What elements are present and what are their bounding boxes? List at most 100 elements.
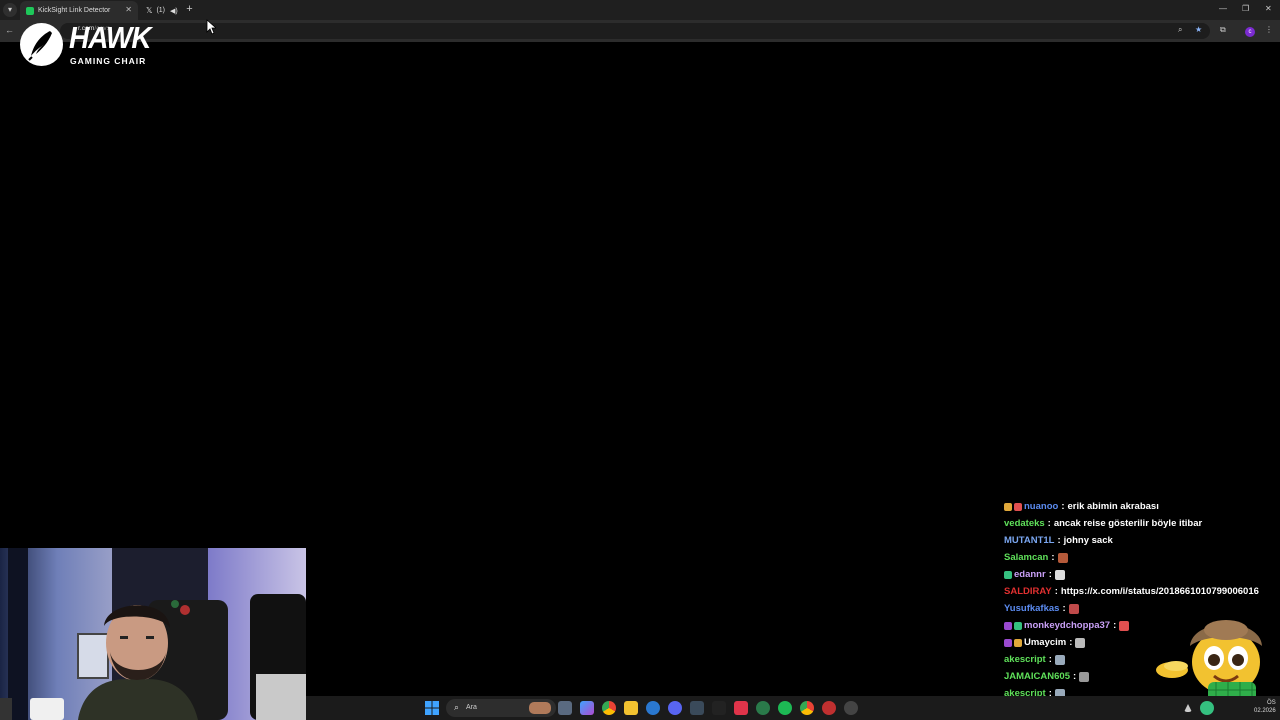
valorant-icon[interactable] bbox=[734, 701, 748, 715]
chat-badge-icon bbox=[1004, 638, 1012, 647]
chat-username[interactable]: Yusufkafkas bbox=[1004, 603, 1059, 614]
copilot-icon[interactable] bbox=[580, 701, 594, 715]
download-app-icon[interactable] bbox=[712, 701, 726, 715]
chat-separator: : bbox=[1073, 671, 1077, 682]
chat-username[interactable]: monkeydchoppa37 bbox=[1024, 620, 1110, 631]
zoom-icon[interactable]: ⌕ bbox=[1178, 25, 1182, 35]
tab-x[interactable]: 𝕏 (1) ◀) bbox=[140, 1, 178, 20]
clock-date: 02.2026 bbox=[1254, 708, 1276, 714]
menu-icon[interactable]: ⋮ bbox=[1265, 25, 1273, 34]
chat-message: Yusufkafkas: bbox=[1004, 600, 1079, 617]
chat-username[interactable]: nuanoo bbox=[1024, 501, 1058, 512]
hawk-logo: HAWK GAMING CHAIR bbox=[20, 20, 152, 68]
restore-icon[interactable]: ❐ bbox=[1242, 4, 1249, 14]
chat-username[interactable]: edannr bbox=[1014, 569, 1046, 580]
chrome-icon[interactable] bbox=[602, 701, 616, 715]
webcam-feed bbox=[0, 548, 306, 720]
chat-separator: : bbox=[1069, 637, 1073, 648]
chat-text: erik abimin akrabası bbox=[1067, 501, 1159, 512]
chat-message: akescript: bbox=[1004, 651, 1065, 668]
kicksight-favicon-icon bbox=[26, 6, 34, 15]
obs-icon[interactable] bbox=[822, 701, 836, 715]
extensions-icon[interactable]: ⧉ bbox=[1220, 25, 1226, 35]
file-explorer-icon[interactable] bbox=[624, 701, 638, 715]
chat-separator: : bbox=[1047, 518, 1051, 529]
chat-badge-icon bbox=[1004, 621, 1012, 630]
profile-avatar[interactable]: c bbox=[1245, 27, 1255, 37]
back-icon[interactable]: ← bbox=[5, 25, 14, 35]
chat-username[interactable]: JAMAICAN605 bbox=[1004, 671, 1070, 682]
tray-overflow-icon[interactable] bbox=[1184, 704, 1192, 712]
chat-username[interactable]: akescript bbox=[1004, 654, 1046, 665]
chat-badge-icon bbox=[1014, 621, 1022, 630]
logo-subtitle: GAMING CHAIR bbox=[70, 56, 147, 66]
tab-kicksight[interactable]: KickSight Link Detector ✕ bbox=[20, 1, 138, 20]
windows-start-icon[interactable] bbox=[425, 701, 439, 715]
chat-separator: : bbox=[1057, 535, 1061, 546]
chat-separator: : bbox=[1048, 654, 1052, 665]
chat-badge-icon bbox=[1014, 502, 1022, 511]
address-bar[interactable] bbox=[60, 23, 1210, 39]
webcam-image bbox=[0, 548, 306, 720]
chat-username[interactable]: Umaycim bbox=[1024, 637, 1066, 648]
chat-emote-icon bbox=[1119, 620, 1130, 631]
app-icon[interactable] bbox=[844, 701, 858, 715]
chat-message: nuanoo: erik abimin akrabası bbox=[1004, 500, 1159, 515]
speaker-icon[interactable]: ◀) bbox=[170, 7, 178, 15]
chat-separator: : bbox=[1051, 552, 1055, 563]
browser-tab-strip: ▾ KickSight Link Detector ✕ 𝕏 (1) ◀) + —… bbox=[0, 0, 1280, 20]
chat-emote-icon bbox=[1068, 603, 1079, 614]
chat-text: johny sack bbox=[1063, 535, 1113, 546]
chat-username[interactable]: Salamcan bbox=[1004, 552, 1048, 563]
chat-message: Salamcan: bbox=[1004, 549, 1068, 566]
chat-badge-icon bbox=[1004, 502, 1012, 511]
tab-title: KickSight Link Detector bbox=[38, 7, 111, 14]
chat-message: SALDIRAY: https://x.com/i/status/20186610… bbox=[1004, 583, 1259, 600]
windows-taskbar: ⌕ Ara ÖS 02.2026 bbox=[306, 696, 1280, 720]
spotify-icon[interactable] bbox=[778, 701, 792, 715]
chat-emote-icon bbox=[1079, 671, 1090, 682]
search-icon: ⌕ bbox=[454, 702, 460, 712]
chat-separator: : bbox=[1113, 620, 1117, 631]
chat-message: monkeydchoppa37: bbox=[1004, 617, 1130, 634]
chat-separator: : bbox=[1054, 586, 1058, 597]
xbox-icon[interactable] bbox=[756, 701, 770, 715]
chat-emote-icon bbox=[1057, 552, 1068, 563]
new-tab-button[interactable]: + bbox=[183, 3, 196, 16]
chat-message: MUTANT1L: johny sack bbox=[1004, 532, 1113, 549]
tab-title-x: (1) bbox=[156, 7, 166, 14]
hawk-feather-icon bbox=[20, 23, 63, 66]
chat-badge-icon bbox=[1014, 638, 1022, 647]
chat-message: vedateks: ancak reise gösterilir böyle it… bbox=[1004, 515, 1202, 532]
tab-search-button[interactable]: ▾ bbox=[3, 3, 17, 17]
close-tab-icon[interactable]: ✕ bbox=[125, 5, 132, 14]
chat-text: https://x.com/i/status/20186610107990060… bbox=[1060, 586, 1259, 597]
chat-emote-icon bbox=[1054, 569, 1065, 580]
chat-emote-icon bbox=[1054, 654, 1065, 665]
clock-time: ÖS bbox=[1267, 700, 1276, 706]
minimize-icon[interactable]: — bbox=[1219, 4, 1227, 14]
mouse-cursor-icon bbox=[206, 19, 216, 35]
browser-toolbar: ← r.com/cavs ⌕ ★ ⧉ ⋮ bbox=[0, 20, 1280, 42]
close-window-icon[interactable]: ✕ bbox=[1265, 4, 1272, 14]
chat-username[interactable]: SALDIRAY bbox=[1004, 586, 1052, 597]
bookmark-star-icon[interactable]: ★ bbox=[1195, 25, 1202, 34]
tray-app-icon[interactable] bbox=[1200, 701, 1214, 715]
steam-icon[interactable] bbox=[690, 701, 704, 715]
chat-separator: : bbox=[1061, 501, 1065, 512]
chat-text: ancak reise gösterilir böyle itibar bbox=[1053, 518, 1203, 529]
task-view-icon[interactable] bbox=[558, 701, 572, 715]
chrome-profile-icon[interactable] bbox=[800, 701, 814, 715]
logo-wordmark: HAWK bbox=[69, 20, 152, 55]
discord-icon[interactable] bbox=[668, 701, 682, 715]
chat-username[interactable]: vedateks bbox=[1004, 518, 1045, 529]
stream-frame: ▾ KickSight Link Detector ✕ 𝕏 (1) ◀) + —… bbox=[0, 0, 1280, 720]
chat-message: JAMAICAN605: bbox=[1004, 668, 1090, 685]
chat-username[interactable]: MUTANT1L bbox=[1004, 535, 1054, 546]
search-placeholder: Ara bbox=[466, 704, 477, 711]
search-highlight-icon[interactable] bbox=[529, 702, 551, 714]
chat-message: edannr: bbox=[1004, 566, 1065, 583]
ccleaner-icon[interactable] bbox=[646, 701, 660, 715]
chat-separator: : bbox=[1048, 569, 1052, 580]
tray-clock[interactable]: ÖS 02.2026 bbox=[1254, 699, 1276, 715]
